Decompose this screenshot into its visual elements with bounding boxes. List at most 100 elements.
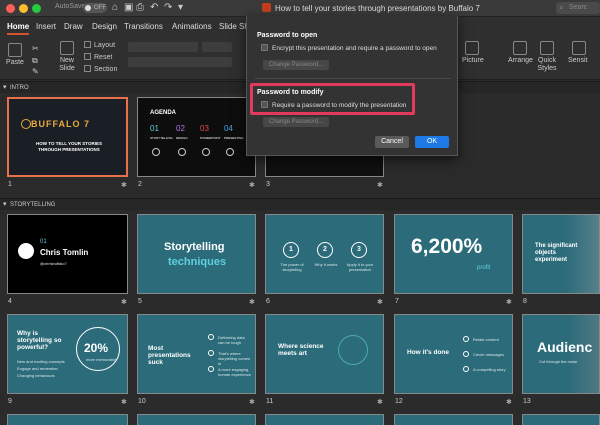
quick-styles-button[interactable]: Quick Styles: [536, 41, 558, 73]
slide-thumbnail-partial[interactable]: [394, 414, 513, 425]
slide-star-icon: ✱: [377, 399, 383, 406]
slide-star-icon: ✱: [249, 299, 255, 306]
section-header-storytelling[interactable]: STORYTELLING: [0, 198, 600, 211]
tab-design[interactable]: Design: [92, 22, 117, 31]
slide9-stat: 20%: [84, 341, 109, 355]
print-icon[interactable]: ⎙: [136, 2, 144, 14]
slide-thumbnail-partial[interactable]: [265, 414, 384, 425]
slide2-num-3: 03: [200, 124, 209, 133]
slide-thumbnail-11[interactable]: Where science meets art: [265, 314, 384, 394]
slide2-icon-4: [226, 148, 234, 156]
tab-animations[interactable]: Animations: [172, 22, 212, 31]
new-slide-button[interactable]: New Slide: [56, 41, 78, 73]
slide-thumbnail-6[interactable]: 1 2 3 The power of storytelling Why it w…: [265, 214, 384, 294]
close-window-button[interactable]: [6, 4, 15, 13]
slide2-num-2: 02: [176, 124, 185, 133]
slide-number: 5: [138, 298, 142, 305]
slide6-circle-3: 3: [351, 242, 367, 258]
search-icon: ⌕: [559, 3, 564, 12]
layout-label: Layout: [94, 42, 116, 49]
reset-button[interactable]: Reset: [84, 53, 112, 61]
font-name-field[interactable]: [128, 42, 198, 52]
slide2-icon-3: [202, 148, 210, 156]
section-button[interactable]: Section: [84, 65, 117, 73]
slide4-index: 01: [40, 239, 47, 245]
divider: [255, 78, 451, 79]
slide-number: 3: [266, 181, 270, 188]
zoom-window-button[interactable]: [32, 4, 41, 13]
document-title-text: How to tell your stories through present…: [275, 4, 480, 13]
paste-label: Paste: [6, 59, 24, 66]
slide13-title: Audienc: [537, 339, 593, 355]
slide-number: 8: [523, 298, 527, 305]
slide1-title: HOW TO TELL YOUR STORIES THROUGH PRESENT…: [36, 141, 102, 152]
slide2-item-2: DESIGN: [176, 136, 188, 140]
paste-button[interactable]: Paste: [6, 43, 24, 66]
slide12-bullet-3: A compelling story: [473, 367, 506, 372]
slide-star-icon: ✱: [121, 182, 127, 189]
slide9-title: Why is storytelling so powerful?: [17, 330, 62, 351]
highlight-box: [250, 83, 415, 115]
slide-thumbnail-8[interactable]: The significant objects experiment: [522, 214, 600, 294]
slide2-num-1: 01: [150, 124, 159, 133]
document-title: How to tell your stories through present…: [262, 3, 480, 13]
slide-thumbnail-4[interactable]: 01 Chris Tomlin @chrisbuffalo7: [7, 214, 128, 294]
picture-icon: [465, 41, 479, 55]
section-label: Section: [94, 66, 118, 73]
search-input[interactable]: ⌕ Searc: [556, 2, 600, 14]
slide2-icon-1: [152, 148, 160, 156]
format-painter-icon[interactable]: ✎: [32, 66, 39, 78]
slide-thumbnail-1[interactable]: BUFFALO 7 HOW TO TELL YOUR STORIES THROU…: [7, 97, 128, 177]
undo-icon[interactable]: ↶: [150, 2, 158, 14]
slide-thumbnail-7[interactable]: 6,200% profit: [394, 214, 513, 294]
picture-button[interactable]: Picture: [462, 41, 484, 64]
slide-number: 4: [8, 298, 12, 305]
slide-thumbnail-partial[interactable]: [522, 414, 600, 425]
layout-button[interactable]: Layout: [84, 41, 115, 49]
change-modify-password-button[interactable]: Change Password...: [263, 117, 330, 127]
slide8-text: The significant objects experiment: [535, 243, 578, 263]
autosave-toggle[interactable]: OFF: [83, 3, 107, 13]
slide12-icon-1: [463, 336, 469, 342]
slide-thumbnail-partial[interactable]: [7, 414, 128, 425]
slide-number: 13: [523, 398, 531, 405]
arrange-button[interactable]: Arrange: [508, 41, 533, 64]
tab-insert[interactable]: Insert: [36, 22, 56, 31]
slide-number: 9: [8, 398, 12, 405]
slide7-sub: profit: [477, 265, 491, 271]
save-icon[interactable]: ▣: [124, 2, 133, 14]
tab-home[interactable]: Home: [7, 22, 30, 35]
slide-number: 11: [266, 398, 274, 405]
home-icon[interactable]: ⌂: [112, 2, 118, 14]
change-open-password-button[interactable]: Change Password...: [263, 60, 330, 70]
slide-thumbnail-10[interactable]: Most presentations suck Delivering data …: [137, 314, 256, 394]
tab-draw[interactable]: Draw: [64, 22, 83, 31]
slide-thumbnail-13[interactable]: Audienc Cut through the noise: [522, 314, 600, 394]
sensitivity-label: Sensit: [568, 57, 588, 64]
slide-thumbnail-12[interactable]: How it's done Relate content Clever mess…: [394, 314, 513, 394]
minimize-window-button[interactable]: [19, 4, 28, 13]
slide10-icon-3: [208, 366, 214, 372]
slide-thumbnail-9[interactable]: Why is storytelling so powerful? New and…: [7, 314, 128, 394]
cancel-button[interactable]: Cancel: [375, 136, 409, 148]
encrypt-checkbox[interactable]: Encrypt this presentation and require a …: [261, 44, 437, 52]
ok-button[interactable]: OK: [415, 136, 449, 148]
slide-thumbnail-2[interactable]: AGENDA 01 02 03 04 STORYTELLING DESIGN P…: [137, 97, 256, 177]
tab-transitions[interactable]: Transitions: [124, 22, 163, 31]
slide-number: 6: [266, 298, 270, 305]
slide2-title: AGENDA: [150, 110, 177, 116]
slide-star-icon: ✱: [506, 299, 512, 306]
slide-star-icon: ✱: [377, 299, 383, 306]
font-format-row[interactable]: [128, 57, 232, 67]
cut-icon[interactable]: ✂: [32, 43, 39, 55]
password-to-open-heading: Password to open: [257, 32, 318, 39]
customize-toolbar-icon[interactable]: ▾: [178, 2, 183, 14]
redo-icon[interactable]: ↷: [164, 2, 172, 14]
layout-icon: [84, 41, 91, 48]
slide12-bullet-2: Clever messages: [473, 352, 504, 357]
slide5-line2: techniques: [168, 256, 227, 268]
sensitivity-button[interactable]: Sensit: [568, 41, 600, 64]
slide-thumbnail-partial[interactable]: [137, 414, 256, 425]
slide-thumbnail-5[interactable]: Storytelling techniques: [137, 214, 256, 294]
font-size-field[interactable]: [202, 42, 232, 52]
